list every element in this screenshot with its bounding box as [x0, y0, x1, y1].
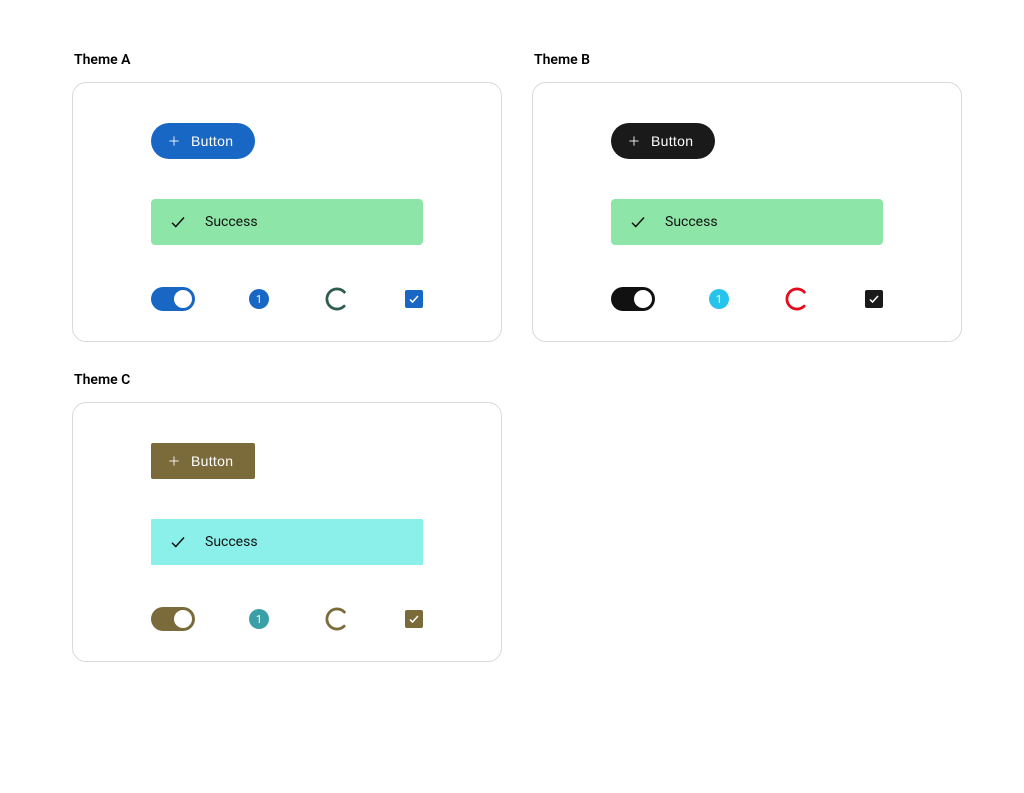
theme-b-section: Theme B Button Success: [532, 52, 962, 342]
toggle-switch[interactable]: [611, 287, 655, 311]
theme-a-title: Theme A: [74, 52, 502, 68]
button-label: Button: [651, 133, 693, 149]
controls-row: 1: [151, 285, 423, 313]
add-button[interactable]: Button: [611, 123, 715, 159]
spinner-icon: [323, 605, 351, 633]
add-button[interactable]: Button: [151, 443, 255, 479]
checkbox[interactable]: [405, 290, 423, 308]
theme-b-card: Button Success 1: [532, 82, 962, 342]
checkbox[interactable]: [865, 290, 883, 308]
badge-value: 1: [256, 293, 262, 306]
count-badge: 1: [709, 289, 729, 309]
theme-b-title: Theme B: [534, 52, 962, 68]
plus-icon: [627, 134, 641, 148]
checkbox[interactable]: [405, 610, 423, 628]
check-icon: [629, 213, 647, 231]
count-badge: 1: [249, 289, 269, 309]
theme-c-card: Button Success 1: [72, 402, 502, 662]
empty-slot: [532, 372, 962, 662]
success-alert: Success: [151, 519, 423, 565]
toggle-knob: [174, 290, 192, 308]
theme-a-card: Button Success 1: [72, 82, 502, 342]
button-label: Button: [191, 133, 233, 149]
toggle-knob: [634, 290, 652, 308]
count-badge: 1: [249, 609, 269, 629]
badge-value: 1: [256, 613, 262, 626]
spinner-icon: [783, 285, 811, 313]
success-alert: Success: [151, 199, 423, 245]
button-label: Button: [191, 453, 233, 469]
plus-icon: [167, 454, 181, 468]
alert-text: Success: [205, 214, 258, 230]
toggle-switch[interactable]: [151, 287, 195, 311]
theme-c-section: Theme C Button Success: [72, 372, 502, 662]
alert-text: Success: [665, 214, 718, 230]
toggle-knob: [174, 610, 192, 628]
plus-icon: [167, 134, 181, 148]
success-alert: Success: [611, 199, 883, 245]
add-button[interactable]: Button: [151, 123, 255, 159]
badge-value: 1: [716, 293, 722, 306]
toggle-switch[interactable]: [151, 607, 195, 631]
controls-row: 1: [611, 285, 883, 313]
theme-c-title: Theme C: [74, 372, 502, 388]
theme-a-section: Theme A Button Success: [72, 52, 502, 342]
check-icon: [169, 533, 187, 551]
spinner-icon: [323, 285, 351, 313]
controls-row: 1: [151, 605, 423, 633]
alert-text: Success: [205, 534, 258, 550]
check-icon: [169, 213, 187, 231]
